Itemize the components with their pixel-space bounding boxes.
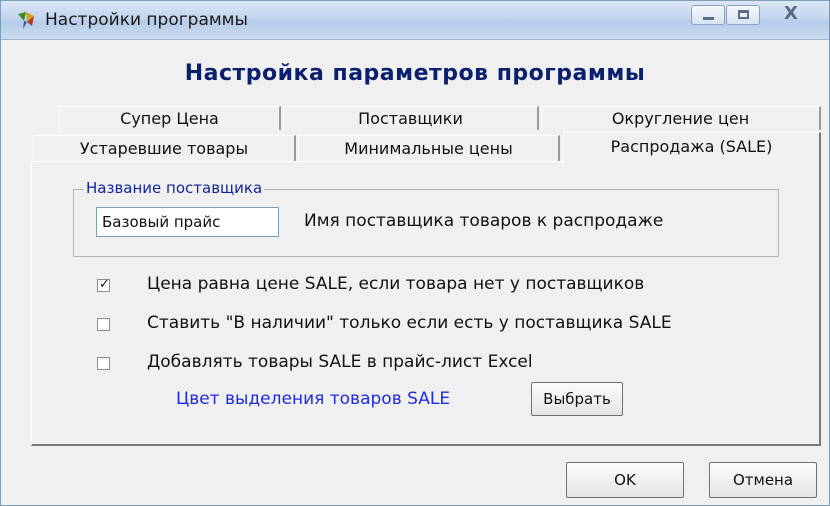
- close-button[interactable]: X: [769, 3, 819, 25]
- app-icon: [15, 10, 37, 30]
- window-title: Настройки программы: [45, 10, 248, 30]
- option-label: Цена равна цене SALE, если товара нет у …: [147, 274, 645, 294]
- supplier-name-input[interactable]: [96, 207, 279, 237]
- checkbox[interactable]: [97, 357, 110, 370]
- tab-super-price[interactable]: Супер Цена: [59, 106, 281, 130]
- close-icon: X: [784, 3, 798, 24]
- title-bar[interactable]: Настройки программы X: [1, 1, 829, 40]
- highlight-color-label: Цвет выделения товаров SALE: [176, 389, 451, 409]
- maximize-button[interactable]: [726, 5, 760, 25]
- settings-window: Настройки программы X Настройка параметр…: [0, 0, 830, 506]
- option-label: Ставить "В наличии" только если есть у п…: [147, 313, 672, 333]
- tab-suppliers[interactable]: Поставщики: [283, 106, 539, 130]
- checkbox[interactable]: ✓: [97, 277, 110, 292]
- option-label: Добавлять товары SALE в прайс-лист Excel: [147, 352, 533, 372]
- maximize-icon: [738, 10, 749, 19]
- supplier-group-legend: Название поставщика: [84, 179, 265, 197]
- ok-button[interactable]: OK: [566, 462, 684, 498]
- tab-minimum-prices[interactable]: Минимальные цены: [298, 135, 560, 161]
- dialog-heading: Настройка параметров программы: [184, 61, 646, 86]
- minimize-button[interactable]: [691, 5, 725, 25]
- tab-price-rounding[interactable]: Округление цен: [541, 106, 821, 130]
- choose-color-button[interactable]: Выбрать: [531, 382, 623, 416]
- checkmark-icon: ✓: [99, 277, 110, 292]
- checkbox[interactable]: [97, 318, 110, 331]
- minimize-icon: [703, 17, 714, 20]
- cancel-button[interactable]: Отмена: [709, 462, 817, 498]
- tab-sale[interactable]: Распродажа (SALE): [563, 132, 821, 164]
- supplier-name-group: Название поставщика Имя поставщика товар…: [73, 179, 779, 257]
- supplier-description: Имя поставщика товаров к распродаже: [304, 211, 664, 231]
- tab-outdated-products[interactable]: Устаревшие товары: [33, 135, 296, 161]
